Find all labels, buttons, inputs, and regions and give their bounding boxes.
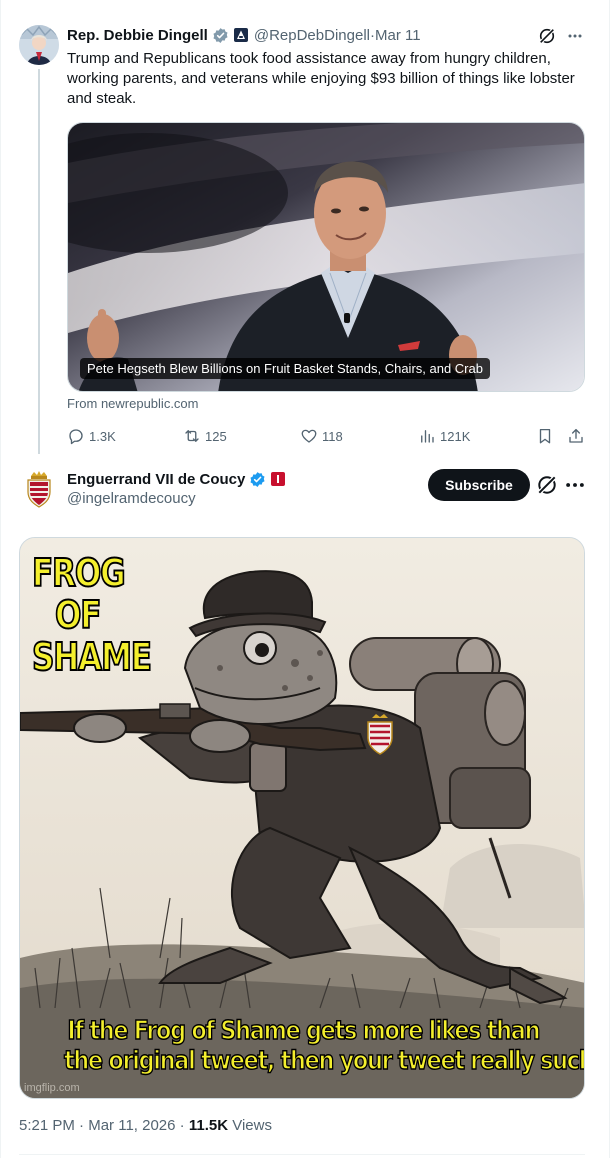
repost-button[interactable]: 125 <box>183 425 227 447</box>
card-source[interactable]: From newrepublic.com <box>67 396 199 411</box>
main-tweet-header: Enguerrand VII de Coucy <box>67 469 291 489</box>
tweet-text: Trump and Republicans took food assistan… <box>67 50 575 107</box>
more-icon <box>566 483 584 487</box>
affiliation-badge-icon <box>233 28 248 42</box>
more-options-button[interactable] <box>567 25 583 47</box>
share-icon <box>569 428 583 443</box>
views-count: 121K <box>440 428 471 444</box>
bookmark-button[interactable] <box>534 425 556 447</box>
grok-icon <box>539 28 555 44</box>
views-button[interactable]: 121K <box>418 425 470 447</box>
share-button[interactable] <box>565 425 587 447</box>
views-count: 11.5K <box>188 1117 229 1134</box>
meme-top-line-1: FROG <box>31 551 126 595</box>
meme-top-line-2: OF <box>54 593 102 637</box>
author-handle[interactable]: @ingelramdecoucy <box>67 490 196 507</box>
separator-dot: · <box>74 1117 89 1134</box>
tweet-date: Mar 11, 2026 <box>88 1117 176 1134</box>
like-count: 118 <box>322 428 343 444</box>
meme-watermark: imgflip.com <box>24 1082 80 1094</box>
quoted-tweet-header: Rep. Debbie Dingell @RepDebDingell · Mar… <box>67 25 421 45</box>
separator-dot: · <box>175 1117 189 1134</box>
grok-button[interactable] <box>536 474 558 496</box>
reply-button[interactable]: 1.3K <box>67 425 116 447</box>
meme-bottom-line-2: the original tweet, then your tweet real… <box>63 1045 585 1077</box>
verified-badge-icon <box>250 471 265 487</box>
author-handle[interactable]: @RepDebDingell <box>254 27 370 44</box>
affiliation-badge-icon <box>271 472 286 486</box>
more-icon <box>568 34 582 38</box>
views-icon <box>421 430 434 443</box>
card-headline: Pete Hegseth Blew Billions on Fruit Bask… <box>80 358 490 379</box>
quoted-tweet[interactable]: Rep. Debbie Dingell @RepDebDingell · Mar… <box>0 0 610 460</box>
more-options-button[interactable] <box>564 474 586 496</box>
repost-icon <box>185 430 199 442</box>
card-image <box>68 123 584 391</box>
quoted-tweet-actions: 1.3K 125 118 121K <box>67 425 587 447</box>
meme-bottom-line-1: If the Frog of Shame gets more likes tha… <box>66 1015 540 1047</box>
reply-count: 1.3K <box>89 428 116 444</box>
reply-icon <box>69 429 83 445</box>
meme-top-text: FROG OF SHAME <box>31 551 153 679</box>
subscribe-button[interactable]: Subscribe <box>428 469 530 501</box>
repost-count: 125 <box>205 428 227 444</box>
meme-image[interactable]: FROG OF SHAME If the Frog of Shame gets … <box>19 537 585 1099</box>
tweet-date[interactable]: Mar 11 <box>375 27 421 44</box>
author-name[interactable]: Enguerrand VII de Coucy <box>67 471 245 488</box>
avatar-debbie-dingell[interactable] <box>19 25 59 65</box>
views-label: Views <box>228 1117 272 1134</box>
author-name[interactable]: Rep. Debbie Dingell <box>67 27 208 44</box>
like-icon <box>301 429 317 443</box>
meme-bottom-text: If the Frog of Shame gets more likes tha… <box>20 1015 585 1077</box>
verified-badge-icon <box>213 27 228 43</box>
bookmark-icon <box>539 428 551 444</box>
avatar-enguerrand[interactable] <box>25 470 53 508</box>
like-button[interactable]: 118 <box>300 425 343 447</box>
tweet-time: 5:21 PM <box>19 1117 75 1134</box>
meme-top-line-3: SHAME <box>31 635 153 679</box>
thread-line <box>38 69 40 454</box>
link-card[interactable]: Pete Hegseth Blew Billions on Fruit Bask… <box>67 122 585 392</box>
grok-icon <box>537 475 557 495</box>
tweet-timestamp[interactable]: 5:21 PM · Mar 11, 2026 · 11.5K Views <box>19 1117 272 1134</box>
grok-button[interactable] <box>538 25 556 47</box>
divider <box>19 1154 585 1155</box>
